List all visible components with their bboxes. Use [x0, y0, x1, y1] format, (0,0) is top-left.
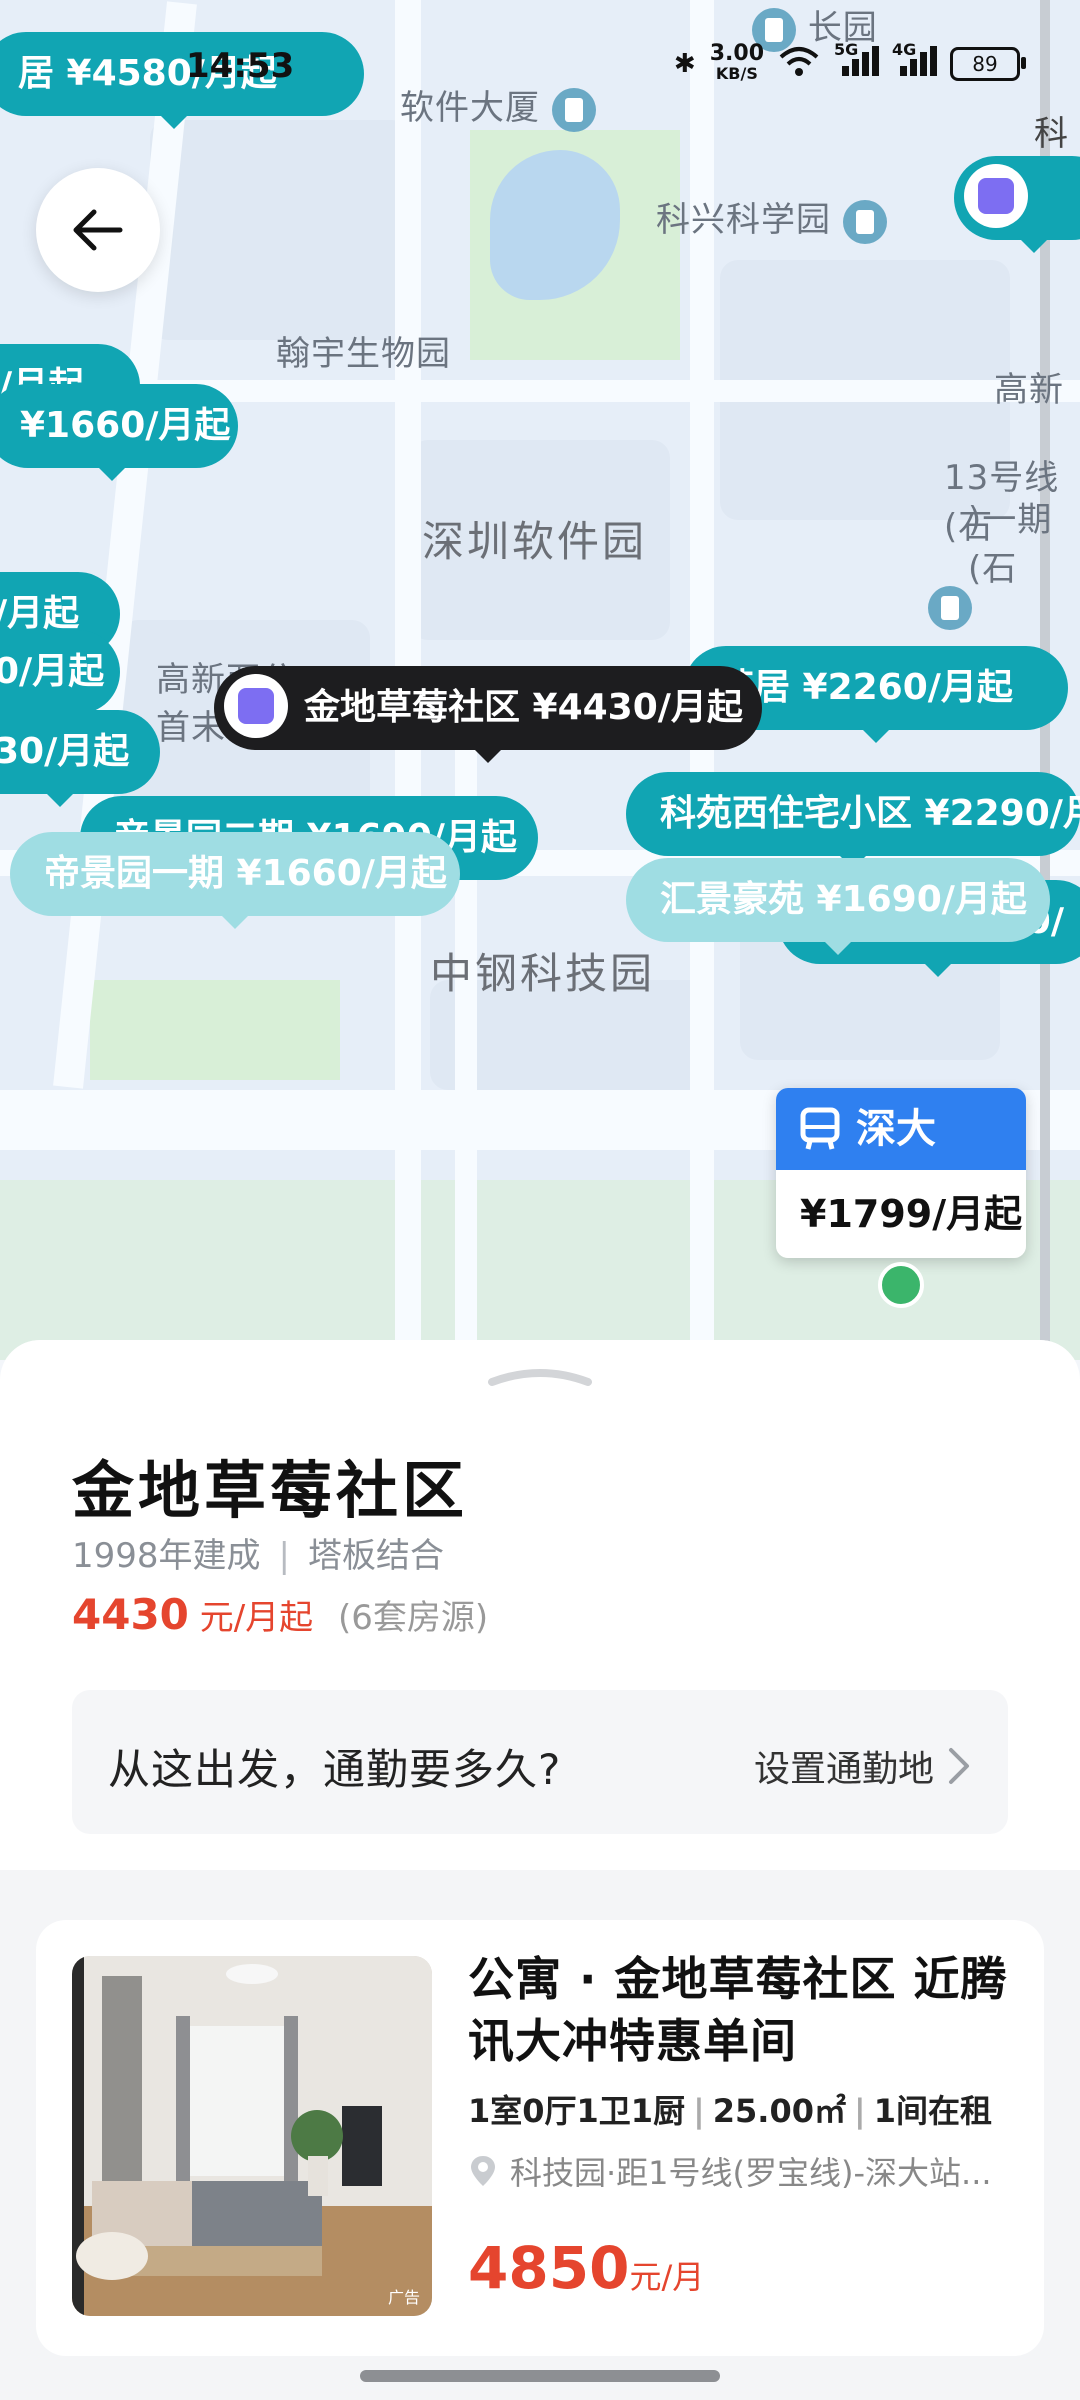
apartment-pin[interactable] — [954, 156, 1080, 253]
map-label-line13-b: )一期(石 — [968, 500, 1053, 589]
map-label-kexing-park: 科兴科学园 — [656, 192, 887, 244]
price-unit: 元/月起 — [199, 1598, 314, 1638]
commute-row[interactable]: 从这出发，通勤要多久? 设置通勤地 — [72, 1690, 1008, 1834]
park-area — [90, 980, 340, 1080]
building-icon — [928, 586, 972, 630]
price-pin[interactable]: 30/月起 — [0, 710, 160, 807]
bedroom-image — [72, 1956, 432, 2316]
listing-count: (6套房源) — [338, 1598, 489, 1638]
bus-icon — [800, 1107, 840, 1150]
listing-location: 科技园·距1号线(罗宝线)-深大站... — [468, 2148, 992, 2194]
listing-card[interactable]: 广告 公寓 · 金地草莓社区 近腾讯大冲特惠单间 1室0厅1卫1厨 | 25.00㎡… — [36, 1920, 1044, 2356]
back-button[interactable] — [36, 168, 160, 292]
map-block — [150, 120, 410, 340]
map-label-software-park: 深圳软件园 — [422, 517, 648, 566]
building-icon — [842, 199, 887, 244]
status-time: 14:53 — [186, 46, 295, 86]
price-pin[interactable]: 帝景园一期 ¥1660/月起 — [10, 832, 460, 929]
map-view[interactable]: 长园 软件大厦 科兴科学园 翰宇生物园 高新 13号线(石 )一期(石 深圳软件… — [0, 0, 1080, 1360]
selected-pin-label: 金地草莓社区 ¥4430/月起 — [304, 687, 743, 728]
apartment-icon — [224, 674, 288, 738]
station-header: 深大 — [776, 1088, 1026, 1170]
ad-tag: 广告 — [387, 2288, 420, 2307]
battery-icon: 89 — [950, 47, 1026, 81]
home-indicator[interactable] — [360, 2370, 720, 2382]
metro-station-card[interactable]: 深大 ¥1799/月起 — [776, 1088, 1026, 1258]
set-commute-label: 设置通勤地 — [753, 1749, 934, 1790]
map-label-zhonggang: 中钢科技园 — [430, 949, 656, 998]
building-structure: 塔板结合 — [308, 1536, 444, 1576]
map-label-hanyu-bio: 翰宇生物园 — [276, 334, 451, 374]
meta-divider: | — [278, 1536, 290, 1576]
community-price: 4430 元/月起 (6套房源) — [72, 1590, 488, 1639]
wifi-icon — [778, 45, 820, 84]
status-icons: ✱ 3.00 KB/S 5G 4G 89 — [673, 40, 1026, 84]
bluetooth-icon: ✱ — [673, 49, 696, 79]
community-sheet[interactable]: 金地草莓社区 1998年建成 | 塔板结合 4430 元/月起 (6套房源) 从这出… — [0, 1340, 1080, 2400]
signal-4g-icon: 4G — [892, 40, 937, 83]
listing-specs: 1室0厅1卫1厨 | 25.00㎡ | 1间在租 — [468, 2092, 992, 2130]
price-pin[interactable]: ¥1660/月起 — [0, 384, 238, 481]
station-name: 深大 — [856, 1106, 936, 1152]
signal-5g-icon: 5G — [834, 40, 879, 83]
road — [53, 1, 197, 1089]
price-pin[interactable]: 0/月起 — [0, 630, 120, 727]
listing-title: 公寓 · 金地草莓社区 近腾讯大冲特惠单间 — [468, 1952, 1008, 2068]
metro-station-marker[interactable] — [878, 1262, 924, 1308]
price-number: 4430 — [72, 1590, 189, 1639]
price-pin[interactable]: 汇景豪苑 ¥1690/月起 — [626, 858, 1050, 955]
set-commute-button[interactable]: 设置通勤地 — [754, 1740, 972, 1792]
community-meta: 1998年建成 | 塔板结合 — [72, 1528, 444, 1577]
community-title: 金地草莓社区 — [72, 1454, 469, 1527]
status-bar: 14:53 ✱ 3.00 KB/S 5G 4G 89 — [0, 0, 1080, 120]
drag-handle[interactable] — [486, 1366, 594, 1386]
listing-photo[interactable]: 广告 — [72, 1956, 432, 2316]
location-pin-icon — [471, 2156, 495, 2186]
arrow-left-icon — [73, 209, 123, 251]
price-pin[interactable]: 科苑西住宅小区 ¥2290/月 — [626, 772, 1080, 869]
chevron-right-icon — [949, 1748, 969, 1784]
apartment-icon — [964, 164, 1028, 228]
built-year: 1998年建成 — [72, 1536, 261, 1576]
station-price: ¥1799/月起 — [776, 1170, 1026, 1258]
road — [455, 680, 477, 1360]
map-label-gaoxin: 高新 — [994, 370, 1064, 410]
listing-price: 4850元/月 — [468, 2234, 705, 2302]
commute-question: 从这出发，通勤要多久? — [108, 1745, 562, 1794]
selected-price-pin[interactable]: 金地草莓社区 ¥4430/月起 — [214, 666, 762, 763]
net-speed: 3.00 KB/S — [709, 41, 764, 84]
